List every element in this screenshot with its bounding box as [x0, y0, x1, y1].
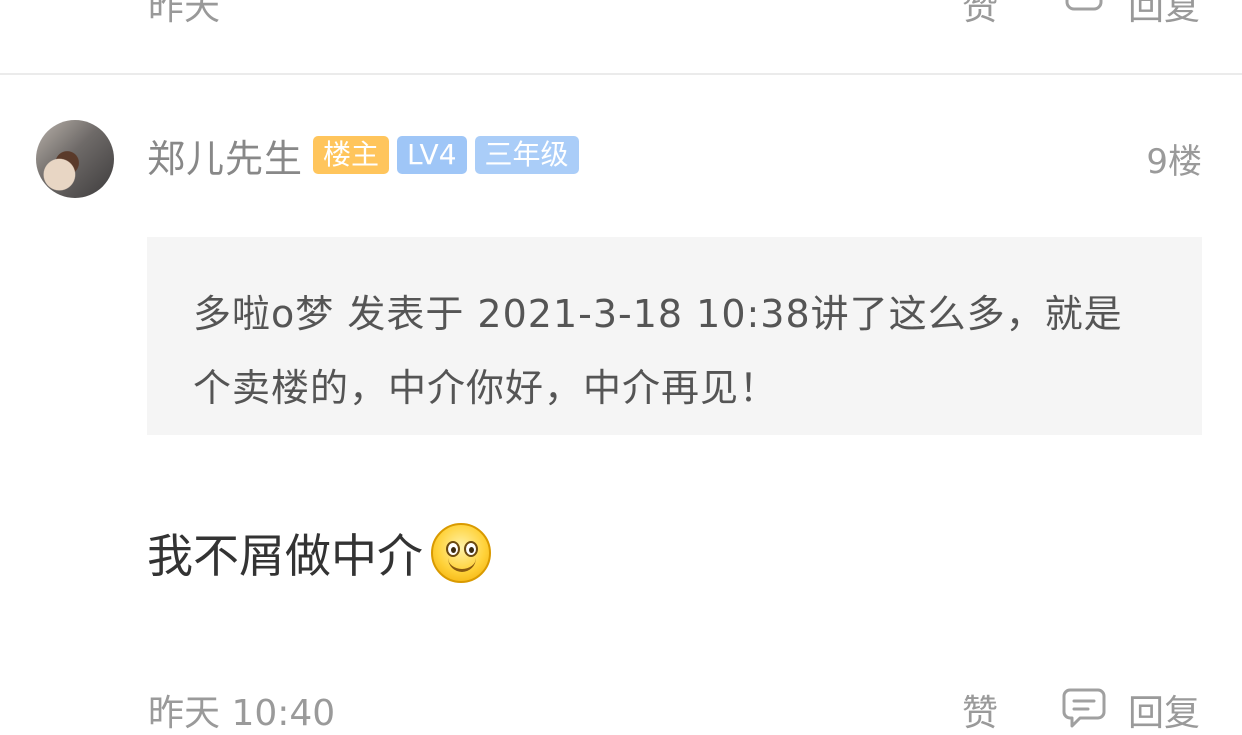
reply-button[interactable]: 回复 — [1128, 684, 1200, 735]
previous-post-footer: 昨天 赞 回复 — [0, 0, 1242, 28]
previous-like-button[interactable]: 赞 — [962, 0, 998, 30]
post-divider — [0, 73, 1242, 75]
emoji-mouth — [448, 555, 476, 572]
post-footer: 昨天 10:40 赞 回复 — [0, 680, 1242, 735]
floor-number: 9楼 — [1146, 142, 1202, 182]
previous-post-time: 昨天 — [148, 0, 221, 28]
comment-icon-svg — [1062, 688, 1106, 728]
like-button[interactable]: 赞 — [962, 684, 998, 735]
comment-icon — [1065, 0, 1103, 11]
previous-reply-button[interactable]: 回复 — [1128, 0, 1200, 30]
quoted-text: 多啦o梦 发表于 2021-3-18 10:38讲了这么多，就是个卖楼的，中介你… — [193, 292, 1123, 410]
post-page: 昨天 赞 回复 郑儿先生 楼主 LV4 三年级 9楼 多啦o梦 发表于 2021… — [0, 0, 1242, 735]
owner-badge: 楼主 — [313, 136, 390, 174]
username[interactable]: 郑儿先生 — [147, 128, 303, 183]
comment-bubble-icon[interactable] — [1062, 686, 1106, 728]
post-content: 我不屑做中介 — [147, 520, 491, 586]
user-info-row: 郑儿先生 楼主 LV4 三年级 — [147, 132, 587, 181]
grade-badge: 三年级 — [474, 136, 579, 174]
quoted-reply-block[interactable]: 多啦o梦 发表于 2021-3-18 10:38讲了这么多，就是个卖楼的，中介你… — [147, 237, 1202, 435]
user-avatar[interactable] — [36, 120, 114, 198]
post-time: 昨天 10:40 — [148, 693, 336, 734]
post-content-text: 我不屑做中介 — [147, 529, 423, 583]
smile-emoji-icon — [431, 523, 491, 583]
previous-comment-icon[interactable] — [1064, 0, 1104, 27]
level-badge: LV4 — [397, 136, 467, 174]
